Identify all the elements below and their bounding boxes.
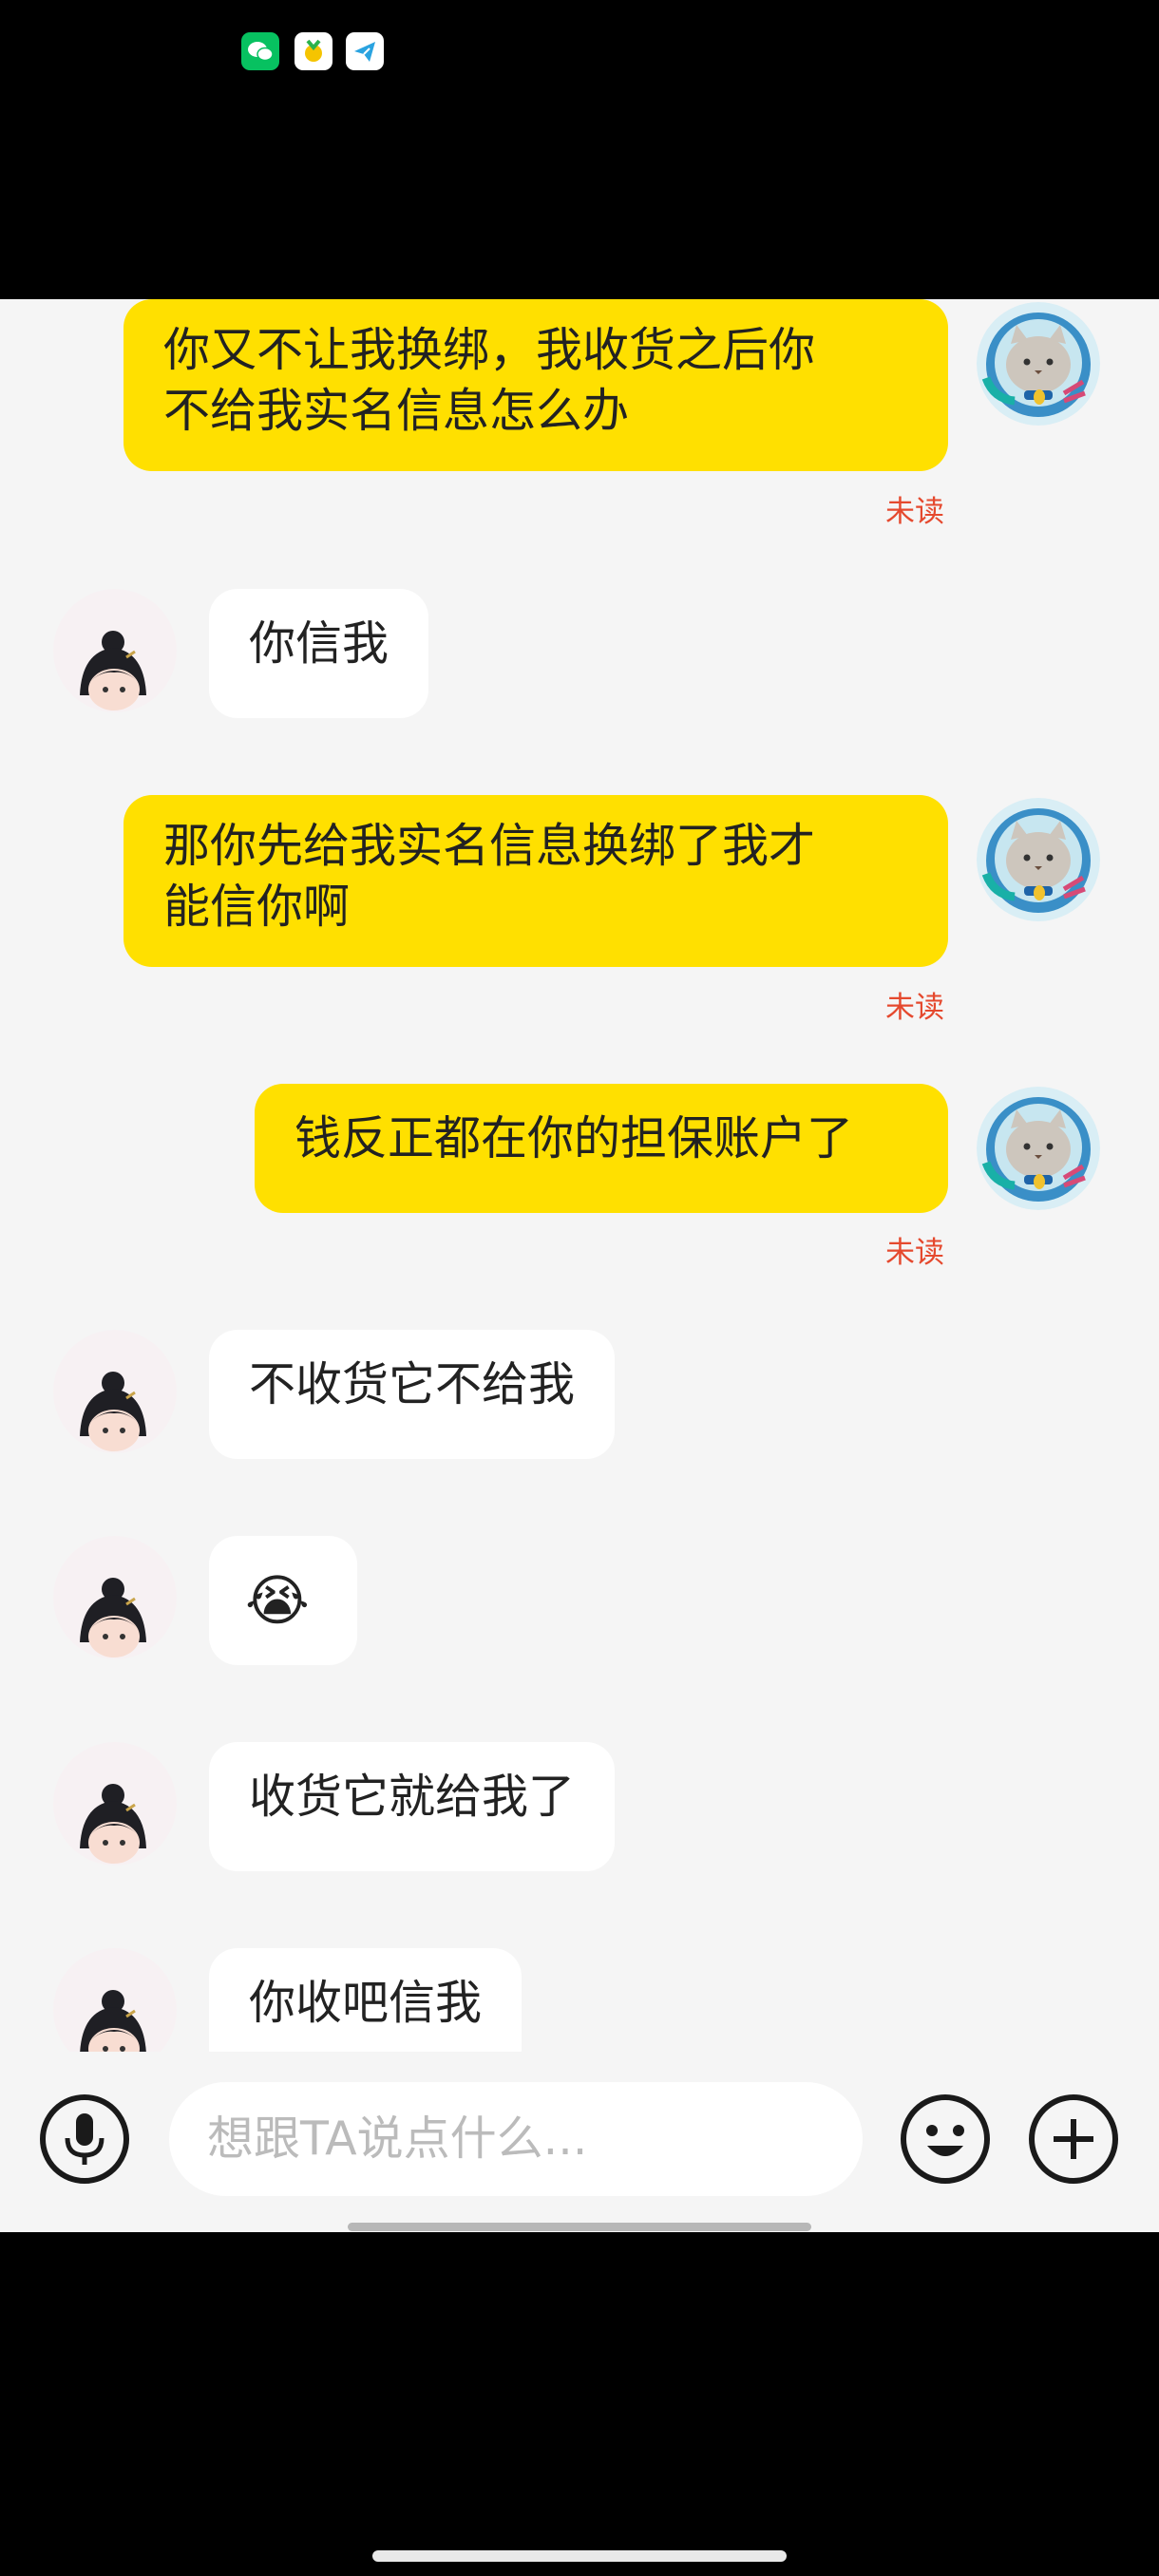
message-bubble-sent[interactable]: 钱反正都在你的担保账户了: [255, 1084, 948, 1213]
message-text: 钱反正都在你的担保账户了: [294, 1111, 854, 1165]
chat-message-list[interactable]: 你又不让我换绑，我收货之后你 不给我实名信息怎么办 未读 你信我 那你先给我实名…: [0, 299, 1159, 2052]
message-text: 你收吧信我: [249, 1976, 483, 2030]
message-bubble-received[interactable]: 😭: [209, 1536, 357, 1665]
contact-avatar[interactable]: [53, 1536, 177, 1659]
my-avatar[interactable]: [977, 798, 1100, 921]
wechat-icon: [241, 32, 279, 70]
my-avatar[interactable]: [977, 302, 1100, 426]
crying-emoji: 😭: [245, 1568, 310, 1633]
message-text: 收货它就给我了: [249, 1770, 576, 1824]
microphone-icon[interactable]: [38, 2093, 131, 2186]
contact-avatar[interactable]: [53, 1742, 177, 1866]
emoji-icon[interactable]: [899, 2093, 992, 2186]
contact-avatar[interactable]: [53, 589, 177, 712]
message-text: 那你先给我实名信息换绑了我才: [163, 819, 816, 873]
scroll-handle[interactable]: [348, 2223, 811, 2231]
app-badge-icon: [294, 32, 332, 70]
contact-avatar[interactable]: [53, 1948, 177, 2052]
message-bubble-sent[interactable]: 你又不让我换绑，我收货之后你 不给我实名信息怎么办: [124, 299, 948, 471]
message-bubble-received[interactable]: 你收吧信我: [209, 1948, 522, 2052]
status-bar: [0, 0, 1159, 299]
my-avatar[interactable]: [977, 1087, 1100, 1210]
message-bubble-received[interactable]: 你信我: [209, 589, 429, 718]
contact-avatar[interactable]: [53, 1330, 177, 1453]
home-indicator[interactable]: [372, 2550, 787, 2562]
message-text: 不给我实名信息怎么办: [163, 384, 630, 438]
unread-status: 未读: [885, 1236, 944, 1270]
message-text: 能信你啊: [163, 880, 351, 934]
unread-status: 未读: [885, 495, 944, 529]
plus-icon[interactable]: [1027, 2093, 1120, 2186]
message-bubble-received[interactable]: 不收货它不给我: [209, 1330, 616, 1459]
message-text: 你又不让我换绑，我收货之后你: [163, 323, 816, 377]
message-bubble-received[interactable]: 收货它就给我了: [209, 1742, 616, 1871]
message-bubble-sent[interactable]: 那你先给我实名信息换绑了我才 能信你啊: [124, 795, 948, 967]
unread-status: 未读: [885, 991, 944, 1025]
telegram-icon: [346, 32, 384, 70]
message-input-bar: 想跟TA说点什么...: [0, 2052, 1159, 2232]
message-text: 不收货它不给我: [249, 1357, 576, 1411]
message-input[interactable]: 想跟TA说点什么...: [169, 2082, 863, 2196]
message-text: 你信我: [249, 616, 390, 671]
